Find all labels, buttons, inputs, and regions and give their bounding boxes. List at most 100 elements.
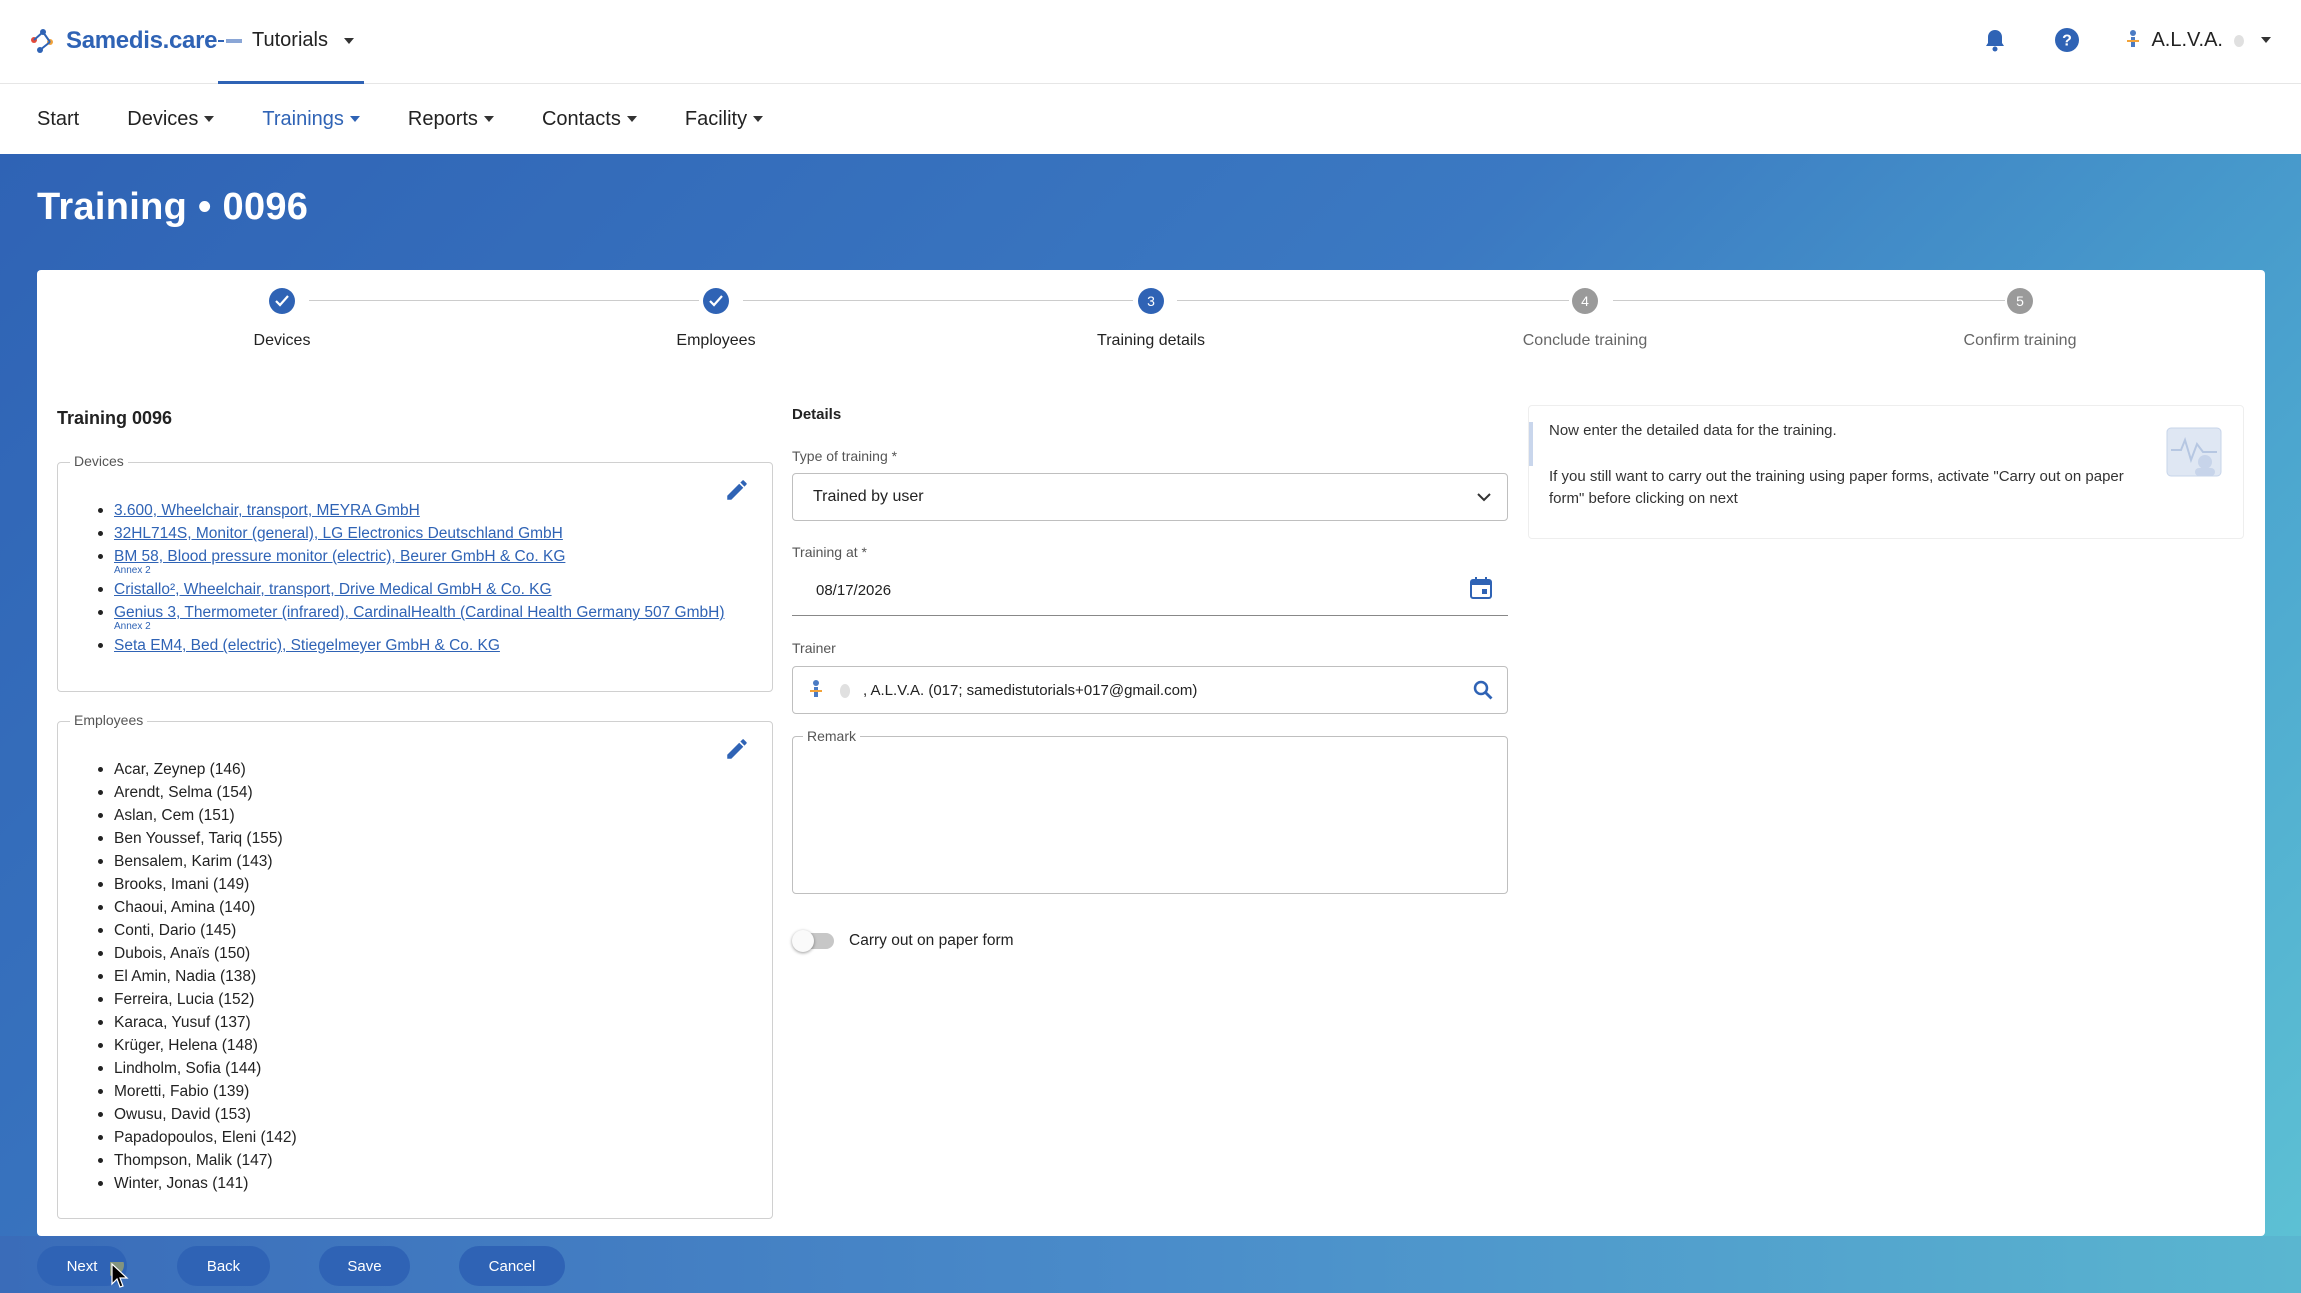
training-date-value: 08/17/2026 bbox=[816, 582, 892, 599]
info-text: Now enter the detailed data for the trai… bbox=[1549, 420, 2139, 510]
list-item: Aslan, Cem (151) bbox=[98, 804, 297, 827]
user-avatar-icon bbox=[810, 680, 822, 697]
tenant-logo-icon bbox=[218, 38, 242, 43]
nav-label: Start bbox=[37, 107, 80, 130]
employees-fieldset: Employees Acar, Zeynep (146) Arendt, Sel… bbox=[57, 712, 773, 1219]
list-item: Dubois, Anaïs (150) bbox=[98, 942, 297, 965]
list-item: Seta EM4, Bed (electric), Stiegelmeyer G… bbox=[98, 634, 725, 657]
tenant-switcher[interactable]: Tutorials bbox=[218, 0, 364, 84]
brand-logo[interactable]: Samedis.care bbox=[28, 26, 217, 56]
search-icon[interactable] bbox=[1473, 680, 1493, 700]
list-item: Owusu, David (153) bbox=[98, 1103, 297, 1126]
list-item: Bensalem, Karim (143) bbox=[98, 850, 297, 873]
user-menu[interactable]: A.L.V.A. bbox=[2125, 29, 2271, 52]
chevron-down-icon bbox=[349, 116, 360, 122]
list-item: El Amin, Nadia (138) bbox=[98, 965, 297, 988]
annex-badge: Annex 2 bbox=[114, 565, 151, 576]
paper-form-toggle[interactable] bbox=[792, 930, 834, 952]
check-icon bbox=[703, 288, 729, 314]
step-number: 3 bbox=[1138, 288, 1164, 314]
device-link[interactable]: Seta EM4, Bed (electric), Stiegelmeyer G… bbox=[114, 637, 500, 654]
nav-label: Contacts bbox=[541, 107, 621, 130]
annex-badge: Annex 2 bbox=[114, 621, 151, 632]
list-item: Chaoui, Amina (140) bbox=[98, 896, 297, 919]
edit-employees-pencil-icon[interactable] bbox=[724, 736, 750, 762]
list-item: BM 58, Blood pressure monitor (electric)… bbox=[98, 545, 725, 576]
step-devices[interactable]: Devices bbox=[152, 288, 412, 350]
chevron-down-icon bbox=[753, 116, 764, 122]
nav-contacts[interactable]: Contacts bbox=[542, 108, 637, 131]
devices-fieldset: Devices 3.600, Wheelchair, transport, ME… bbox=[57, 453, 773, 692]
check-icon bbox=[269, 288, 295, 314]
list-item: 3.600, Wheelchair, transport, MEYRA GmbH bbox=[98, 499, 725, 522]
button-label: Cancel bbox=[488, 1257, 536, 1275]
back-button[interactable]: Back bbox=[177, 1246, 270, 1286]
info-accent-bar bbox=[1529, 422, 1533, 466]
nav-facility[interactable]: Facility bbox=[684, 107, 764, 131]
edit-devices-pencil-icon[interactable] bbox=[724, 477, 750, 503]
details-title: Details bbox=[792, 406, 842, 423]
step-label: Training details bbox=[1097, 332, 1205, 349]
nav-devices[interactable]: Devices bbox=[127, 107, 215, 131]
chevron-down-icon bbox=[1477, 493, 1491, 502]
top-bar: Samedis.care Tutorials ? A.L.V.A. bbox=[0, 0, 2301, 84]
list-item: Krüger, Helena (148) bbox=[98, 1034, 297, 1057]
list-item: Winter, Jonas (141) bbox=[98, 1172, 297, 1195]
chevron-down-icon bbox=[626, 116, 637, 122]
step-conclude-training[interactable]: 4 Conclude training bbox=[1455, 288, 1715, 350]
device-link[interactable]: Cristallo², Wheelchair, transport, Drive… bbox=[114, 581, 552, 598]
main-nav: Start Devices Trainings Reports Contacts… bbox=[0, 84, 2301, 154]
step-label: Confirm training bbox=[1963, 332, 2077, 349]
nav-trainings[interactable]: Trainings bbox=[262, 108, 360, 131]
employees-legend: Employees bbox=[70, 712, 148, 728]
save-button[interactable]: Save bbox=[319, 1246, 410, 1286]
nav-label: Facility bbox=[684, 107, 748, 130]
calendar-icon[interactable] bbox=[1470, 576, 1492, 600]
chevron-down-icon bbox=[483, 116, 494, 122]
list-item: Cristallo², Wheelchair, transport, Drive… bbox=[98, 578, 725, 601]
list-item: Acar, Zeynep (146) bbox=[98, 758, 297, 781]
remark-textarea[interactable]: Remark bbox=[792, 728, 1508, 894]
step-label: Devices bbox=[253, 332, 311, 349]
cancel-button[interactable]: Cancel bbox=[459, 1246, 565, 1286]
notifications-bell-icon[interactable] bbox=[1981, 26, 2009, 54]
device-link[interactable]: Genius 3, Thermometer (infrared), Cardin… bbox=[114, 604, 725, 621]
wizard-card: Devices Employees 3 Training details 4 C… bbox=[37, 270, 2265, 1236]
step-number: 5 bbox=[2007, 288, 2033, 314]
nav-label: Devices bbox=[127, 107, 199, 130]
device-link[interactable]: 3.600, Wheelchair, transport, MEYRA GmbH bbox=[114, 502, 420, 519]
device-link[interactable]: BM 58, Blood pressure monitor (electric)… bbox=[114, 548, 565, 565]
step-confirm-training[interactable]: 5 Confirm training bbox=[1890, 288, 2150, 350]
button-label: Back bbox=[206, 1257, 241, 1275]
toggle-knob bbox=[792, 930, 814, 952]
samedis-logo-icon bbox=[31, 29, 53, 53]
trainer-input[interactable]: , A.L.V.A. (017; samedistutorials+017@gm… bbox=[792, 666, 1508, 714]
list-item: Brooks, Imani (149) bbox=[98, 873, 297, 896]
hand-icon bbox=[2234, 35, 2244, 47]
list-item: Ben Youssef, Tariq (155) bbox=[98, 827, 297, 850]
devices-list: 3.600, Wheelchair, transport, MEYRA GmbH… bbox=[98, 499, 725, 657]
device-link[interactable]: 32HL714S, Monitor (general), LG Electron… bbox=[114, 525, 563, 542]
page-title: Training • 0096 bbox=[37, 186, 309, 228]
devices-legend: Devices bbox=[70, 453, 128, 469]
hand-icon bbox=[840, 684, 850, 698]
type-of-training-select[interactable]: Trained by user bbox=[792, 473, 1508, 521]
help-icon[interactable]: ? bbox=[2053, 26, 2081, 54]
training-illustration-icon bbox=[2166, 427, 2222, 477]
nav-start[interactable]: Start bbox=[37, 108, 79, 131]
list-item: Conti, Dario (145) bbox=[98, 919, 297, 942]
trainer-label: Trainer bbox=[792, 640, 836, 656]
info-panel: Now enter the detailed data for the trai… bbox=[1528, 405, 2244, 539]
step-training-details[interactable]: 3 Training details bbox=[1021, 288, 1281, 350]
nav-label: Reports bbox=[407, 107, 478, 130]
employees-list: Acar, Zeynep (146) Arendt, Selma (154) A… bbox=[98, 758, 297, 1195]
training-summary-title: Training 0096 bbox=[57, 408, 173, 428]
trainer-value: , A.L.V.A. (017; samedistutorials+017@gm… bbox=[863, 682, 1198, 699]
list-item: Karaca, Yusuf (137) bbox=[98, 1011, 297, 1034]
chevron-down-icon bbox=[204, 116, 215, 122]
brand-name: Samedis.care bbox=[66, 27, 218, 54]
training-date-input[interactable]: 08/17/2026 bbox=[792, 564, 1508, 616]
step-employees[interactable]: Employees bbox=[586, 288, 846, 350]
nav-reports[interactable]: Reports bbox=[408, 108, 494, 131]
button-label: Save bbox=[347, 1257, 382, 1275]
